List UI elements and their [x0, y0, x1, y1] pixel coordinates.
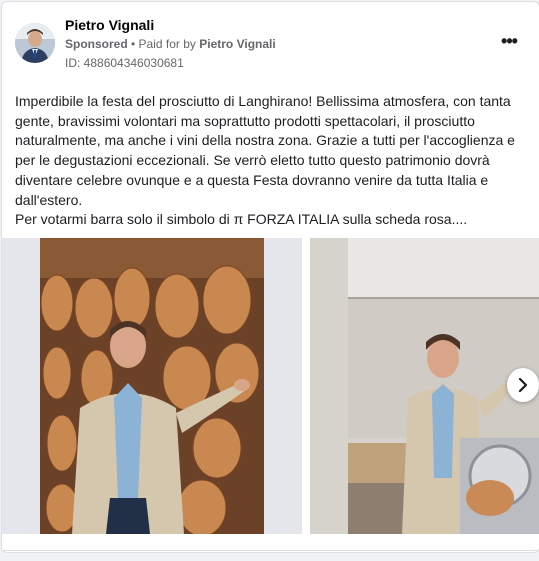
slicer-photo [310, 238, 539, 534]
paid-for-prefix: Paid for by [138, 37, 200, 51]
avatar[interactable] [15, 23, 55, 63]
ad-id: ID: 488604346030681 [65, 56, 184, 70]
carousel-image[interactable] [310, 238, 539, 534]
paid-for-name[interactable]: Pietro Vignali [199, 37, 275, 51]
sponsored-meta: Sponsored • Paid for by Pietro Vignali [65, 37, 276, 51]
more-options-icon[interactable]: ••• [496, 28, 522, 54]
sponsored-label[interactable]: Sponsored [65, 37, 128, 51]
image-carousel[interactable] [2, 238, 539, 538]
card-divider [2, 550, 539, 551]
chevron-right-icon [518, 378, 528, 392]
author-name[interactable]: Pietro Vignali [65, 17, 154, 33]
post-header: Pietro Vignali Sponsored • Paid for by P… [2, 2, 539, 82]
post-text-paragraph: Imperdibile la festa del prosciutto di L… [15, 93, 515, 208]
carousel-next-button[interactable] [507, 368, 539, 402]
meta-separator: • [127, 37, 139, 51]
post-text: Imperdibile la festa del prosciutto di L… [15, 92, 530, 230]
ad-post-card: Pietro Vignali Sponsored • Paid for by P… [1, 1, 539, 553]
post-text-paragraph: Per votarmi barra solo il simbolo di π F… [15, 211, 468, 228]
hams-photo [2, 238, 302, 534]
carousel-image[interactable] [2, 238, 302, 534]
avatar-image [15, 23, 55, 63]
